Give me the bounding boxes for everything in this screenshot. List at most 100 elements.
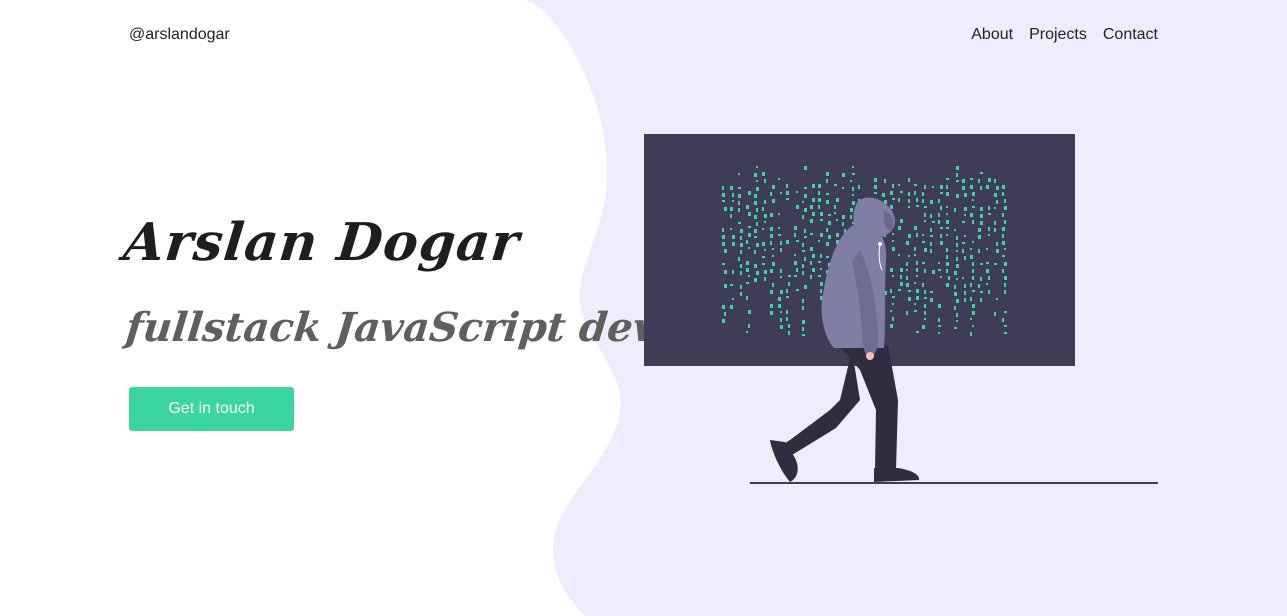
- code-glyph: [914, 303, 916, 305]
- code-glyph: [970, 332, 972, 336]
- code-glyph: [906, 311, 908, 315]
- code-glyph: [810, 261, 812, 265]
- code-glyph: [746, 261, 749, 265]
- code-glyph: [914, 191, 916, 195]
- code-glyph: [770, 192, 772, 196]
- code-glyph: [802, 334, 805, 336]
- code-glyph: [802, 264, 804, 268]
- code-glyph: [722, 193, 725, 197]
- code-glyph: [892, 275, 894, 277]
- code-glyph: [730, 214, 732, 218]
- code-glyph: [954, 306, 956, 310]
- code-glyph: [914, 226, 917, 230]
- code-glyph: [956, 313, 958, 317]
- code-glyph: [810, 205, 813, 209]
- code-glyph: [908, 199, 910, 203]
- code-glyph: [826, 179, 828, 183]
- code-glyph: [972, 206, 975, 208]
- code-glyph: [810, 233, 813, 235]
- code-glyph: [970, 185, 973, 189]
- code-glyph: [1004, 262, 1007, 266]
- code-glyph: [972, 192, 975, 196]
- code-glyph: [764, 214, 767, 218]
- code-glyph: [924, 220, 926, 222]
- code-glyph: [988, 276, 990, 280]
- code-glyph: [914, 254, 916, 256]
- code-glyph: [924, 206, 927, 208]
- code-glyph: [988, 290, 990, 294]
- code-glyph: [986, 248, 988, 250]
- code-glyph: [754, 215, 757, 219]
- code-glyph: [994, 179, 996, 183]
- code-glyph: [980, 172, 983, 174]
- code-glyph: [898, 184, 900, 186]
- code-glyph: [964, 298, 966, 302]
- code-glyph: [922, 283, 924, 287]
- code-glyph: [740, 243, 743, 247]
- code-glyph: [908, 178, 910, 182]
- code-glyph: [890, 268, 893, 272]
- code-glyph: [756, 271, 759, 275]
- code-glyph: [898, 226, 901, 230]
- code-glyph: [900, 268, 903, 272]
- code-glyph: [764, 249, 766, 251]
- code-glyph: [938, 332, 940, 334]
- code-glyph: [906, 269, 908, 271]
- code-glyph: [930, 249, 932, 253]
- code-glyph: [956, 173, 958, 177]
- code-glyph: [738, 201, 740, 205]
- code-glyph: [738, 222, 741, 224]
- code-glyph: [954, 285, 956, 289]
- code-glyph: [804, 187, 807, 189]
- code-glyph: [770, 311, 773, 315]
- code-glyph: [724, 249, 727, 253]
- code-glyph: [906, 276, 908, 280]
- code-glyph: [746, 282, 749, 284]
- hacker-walking-illustration: [644, 134, 1158, 484]
- code-glyph: [964, 207, 967, 211]
- code-glyph: [970, 283, 972, 287]
- code-glyph: [748, 310, 751, 314]
- code-glyph: [986, 283, 988, 285]
- code-glyph: [748, 191, 751, 195]
- code-glyph: [946, 185, 948, 189]
- code-glyph: [1002, 213, 1004, 217]
- code-glyph: [1004, 248, 1006, 250]
- code-glyph: [892, 296, 895, 298]
- code-glyph: [956, 257, 958, 261]
- code-glyph: [802, 201, 804, 203]
- code-glyph: [746, 268, 749, 272]
- code-glyph: [916, 289, 919, 293]
- code-glyph: [826, 200, 829, 204]
- code-glyph: [850, 215, 852, 219]
- code-glyph: [748, 233, 751, 237]
- code-glyph: [836, 233, 839, 237]
- code-glyph: [980, 214, 983, 218]
- code-glyph: [740, 236, 742, 240]
- page: @arslandogar About Projects Contact Arsl…: [0, 0, 1287, 616]
- code-glyph: [732, 193, 734, 197]
- code-glyph: [788, 324, 790, 328]
- code-glyph: [820, 282, 823, 286]
- code-glyph: [924, 290, 926, 294]
- code-glyph: [756, 166, 758, 168]
- code-glyph: [1002, 318, 1004, 322]
- code-glyph: [964, 193, 967, 197]
- code-glyph: [932, 221, 935, 223]
- code-glyph: [754, 264, 757, 268]
- code-glyph: [772, 262, 775, 266]
- code-glyph: [938, 213, 940, 217]
- code-glyph: [730, 305, 733, 309]
- code-glyph: [804, 166, 807, 170]
- code-glyph: [1002, 227, 1005, 231]
- code-glyph: [978, 179, 980, 183]
- code-glyph: [796, 268, 798, 272]
- code-glyph: [764, 270, 767, 274]
- code-glyph: [850, 208, 853, 212]
- code-glyph: [1002, 269, 1004, 273]
- code-glyph: [764, 221, 766, 223]
- code-glyph: [914, 310, 917, 312]
- code-glyph: [746, 240, 748, 244]
- code-glyph: [994, 207, 996, 209]
- code-glyph: [988, 213, 991, 215]
